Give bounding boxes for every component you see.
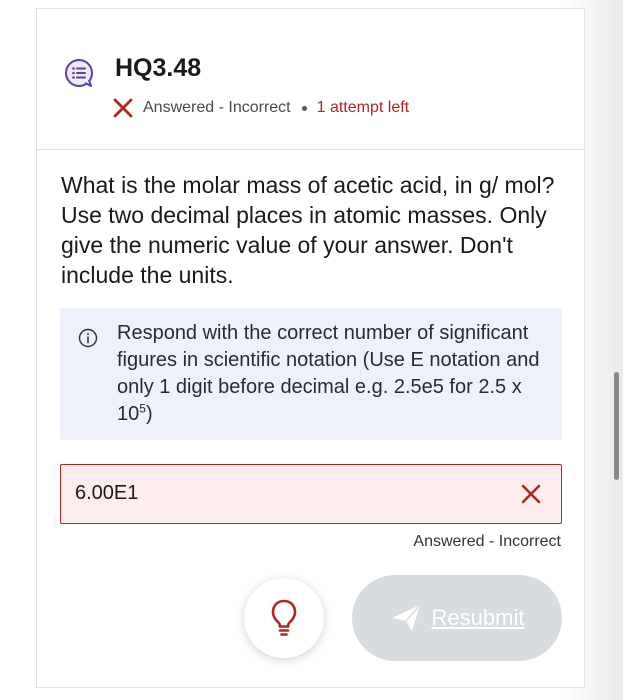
hint-exponent: 5 xyxy=(139,401,146,416)
resubmit-label: Resubmit xyxy=(431,605,525,630)
hint-body: Respond with the correct number of signi… xyxy=(117,322,540,425)
incorrect-icon xyxy=(521,484,541,504)
answer-input[interactable]: 6.00E1 xyxy=(60,464,562,524)
answer-feedback: Answered - Incorrect xyxy=(413,533,561,550)
question-header: HQ3.48 Answered - Incorrect 1 attempt le… xyxy=(37,9,584,150)
answer-value: 6.00E1 xyxy=(75,482,139,504)
send-icon xyxy=(391,604,421,631)
question-title: HQ3.48 xyxy=(115,54,202,82)
info-icon xyxy=(78,328,98,348)
resubmit-button[interactable]: Resubmit xyxy=(352,575,562,661)
hint-button[interactable] xyxy=(244,578,324,658)
hint-close-paren: ) xyxy=(145,403,153,425)
hint-text: Respond with the correct number of signi… xyxy=(117,320,547,428)
question-prompt: What is the molar mass of acetic acid, i… xyxy=(61,172,555,288)
question-list-icon xyxy=(65,59,93,87)
lightbulb-icon xyxy=(271,599,297,636)
scrollbar-thumb[interactable] xyxy=(614,372,619,480)
hint-box: Respond with the correct number of signi… xyxy=(60,308,562,440)
status-row: Answered - Incorrect 1 attempt left xyxy=(111,95,409,121)
answer-status-label: Answered - Incorrect xyxy=(143,99,291,116)
attempts-left: 1 attempt left xyxy=(316,99,410,116)
close-icon xyxy=(113,98,133,118)
separator-dot xyxy=(301,105,307,111)
